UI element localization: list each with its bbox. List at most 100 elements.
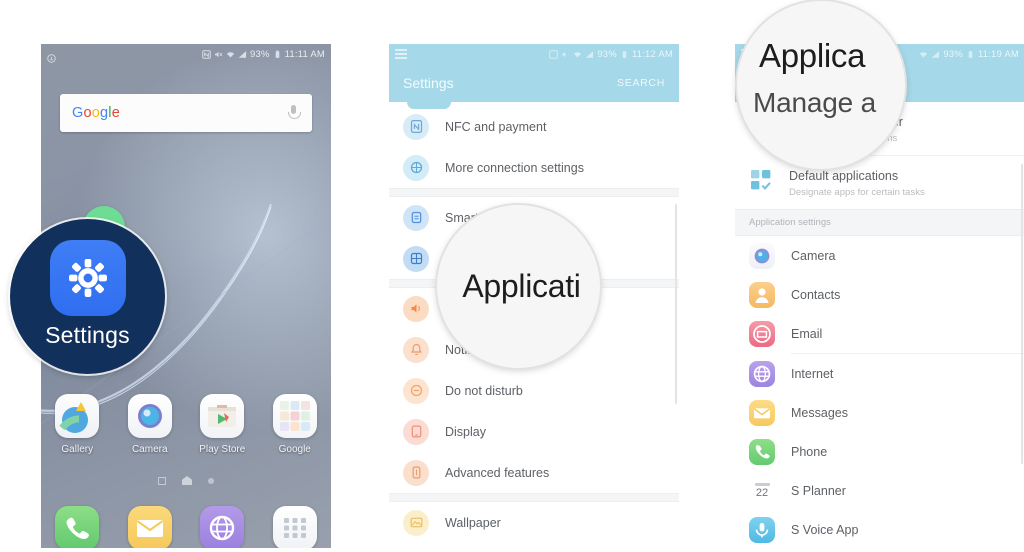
- app-item-s-planner[interactable]: 22 S Planner: [735, 471, 1024, 510]
- app-item-label: S Planner: [791, 483, 846, 498]
- advanced-features-icon: [403, 459, 429, 486]
- wifi-icon: [919, 50, 928, 59]
- notifications-icon: [403, 336, 429, 363]
- page-indicators: [41, 476, 331, 485]
- search-button[interactable]: SEARCH: [617, 77, 665, 89]
- messages-icon: [127, 506, 172, 548]
- wifi-icon: [226, 50, 235, 59]
- smart-manager-icon: [403, 204, 429, 231]
- magnifier-text: Applicati: [462, 268, 581, 304]
- dock-app-internet[interactable]: Internet: [186, 506, 259, 548]
- app-item-s-voice[interactable]: S Voice App: [735, 510, 1024, 548]
- mute-icon: [561, 50, 570, 59]
- settings-item-more-connection-settings[interactable]: More connection settings: [389, 147, 679, 188]
- mic-icon[interactable]: [287, 104, 301, 122]
- app-item-label: Email: [791, 326, 823, 341]
- applications-item-text: Default applications Designate apps for …: [789, 167, 925, 198]
- home-app-label: Camera: [131, 444, 168, 455]
- list-separator: [389, 493, 679, 502]
- settings-item-label: Wallpaper: [445, 515, 501, 530]
- dock-app-messages[interactable]: Messages: [114, 506, 187, 548]
- status-bar-left: [395, 49, 407, 59]
- scrollbar[interactable]: [1021, 164, 1023, 464]
- google-folder-icon: [272, 394, 317, 438]
- home-app-play-store[interactable]: Play Store: [186, 394, 259, 455]
- notification-icon: [395, 49, 407, 59]
- settings-item-label: Advanced features: [445, 465, 550, 480]
- battery-icon: [966, 50, 975, 59]
- app-item-internet[interactable]: Internet: [735, 354, 1024, 393]
- app-item-label: Phone: [791, 444, 828, 459]
- dock-app-phone[interactable]: Phone: [41, 506, 114, 548]
- internet-icon: [200, 506, 245, 548]
- settings-item-advanced-features[interactable]: Advanced features: [389, 452, 679, 493]
- app-item-label: Camera: [791, 248, 836, 263]
- camera-icon: [127, 394, 172, 438]
- settings-item-display[interactable]: Display: [389, 411, 679, 452]
- display-icon: [403, 418, 429, 445]
- app-item-email[interactable]: Email: [735, 314, 1024, 353]
- signal-icon: [585, 50, 594, 59]
- app-item-label: Contacts: [791, 287, 841, 302]
- google-logo-text: Google: [72, 105, 120, 121]
- email-icon: [749, 320, 775, 347]
- apps-drawer-icon: [272, 506, 317, 548]
- nfc-icon: [403, 113, 429, 140]
- settings-item-label: Display: [445, 424, 486, 439]
- app-item-phone[interactable]: Phone: [735, 432, 1024, 471]
- settings-header-row: Settings SEARCH: [389, 64, 679, 102]
- settings-item-do-not-disturb[interactable]: Do not disturb: [389, 370, 679, 411]
- app-item-label: Messages: [791, 405, 848, 420]
- status-bar-right: 93% 11:11 AM: [202, 49, 325, 60]
- play-store-icon: [200, 394, 245, 438]
- home-app-google-folder[interactable]: Google: [259, 394, 332, 455]
- sound-icon: [403, 295, 429, 322]
- settings-item-wallpaper[interactable]: Wallpaper: [389, 502, 679, 543]
- google-letter-o2: o: [91, 105, 101, 121]
- app-item-label: S Voice App: [791, 522, 859, 537]
- home-app-label: Google: [278, 444, 311, 455]
- wallpaper-icon: [403, 509, 429, 536]
- home-app-gallery[interactable]: Gallery: [41, 394, 114, 455]
- grid-indicator[interactable]: [158, 476, 166, 485]
- s-planner-header-bar: [754, 482, 770, 486]
- section-header: Application settings: [735, 209, 1024, 236]
- default-applications-icon: [749, 168, 773, 192]
- list-separator: [389, 188, 679, 197]
- scrollbar[interactable]: [675, 204, 677, 404]
- notification-icon: [47, 50, 56, 63]
- signal-icon: [238, 50, 247, 59]
- google-letter-g1: G: [72, 105, 84, 121]
- magnifier-label: Settings: [45, 322, 130, 348]
- home-indicator[interactable]: [182, 476, 192, 485]
- applications-item-subtitle: Designate apps for certain tasks: [789, 187, 925, 198]
- settings-item-nfc-and-payment[interactable]: NFC and payment: [389, 106, 679, 147]
- nfc-icon: [202, 49, 211, 59]
- battery-percent-label: 93%: [250, 48, 270, 60]
- app-item-camera[interactable]: Camera: [735, 236, 1024, 275]
- dock-app-apps[interactable]: Apps: [259, 506, 332, 548]
- internet-icon: [749, 360, 775, 387]
- home-app-camera[interactable]: Camera: [114, 394, 187, 455]
- home-dock-row: Phone Messages Internet: [41, 506, 331, 548]
- page-title: Settings: [403, 75, 454, 91]
- status-bar-right: 93% 11:12 AM: [549, 49, 673, 60]
- status-bar-right: 93% 11:19 AM: [919, 49, 1019, 60]
- google-search-bar[interactable]: Google: [60, 94, 312, 132]
- home-app-row: Gallery Camera Play Store Google: [41, 394, 331, 455]
- app-item-label: Internet: [791, 366, 834, 381]
- magnifier-applications-settings: Applicati: [437, 205, 600, 368]
- settings-item-themes[interactable]: Themes: [389, 543, 679, 548]
- magnifier-text-line2: Manage a: [753, 87, 876, 118]
- signal-icon: [931, 50, 940, 59]
- dot-indicator[interactable]: [208, 477, 214, 484]
- contacts-icon: [749, 281, 775, 308]
- magnifier-text-line1: Applica: [759, 37, 866, 74]
- clock-label: 11:12 AM: [631, 48, 673, 60]
- settings-top-bar: 93% 11:12 AM Settings SEARCH: [389, 44, 679, 102]
- s-voice-icon: [749, 516, 775, 543]
- app-item-messages[interactable]: Messages: [735, 393, 1024, 432]
- status-bar: 93% 11:11 AM: [41, 44, 331, 64]
- wifi-icon: [573, 50, 582, 59]
- app-item-contacts[interactable]: Contacts: [735, 275, 1024, 314]
